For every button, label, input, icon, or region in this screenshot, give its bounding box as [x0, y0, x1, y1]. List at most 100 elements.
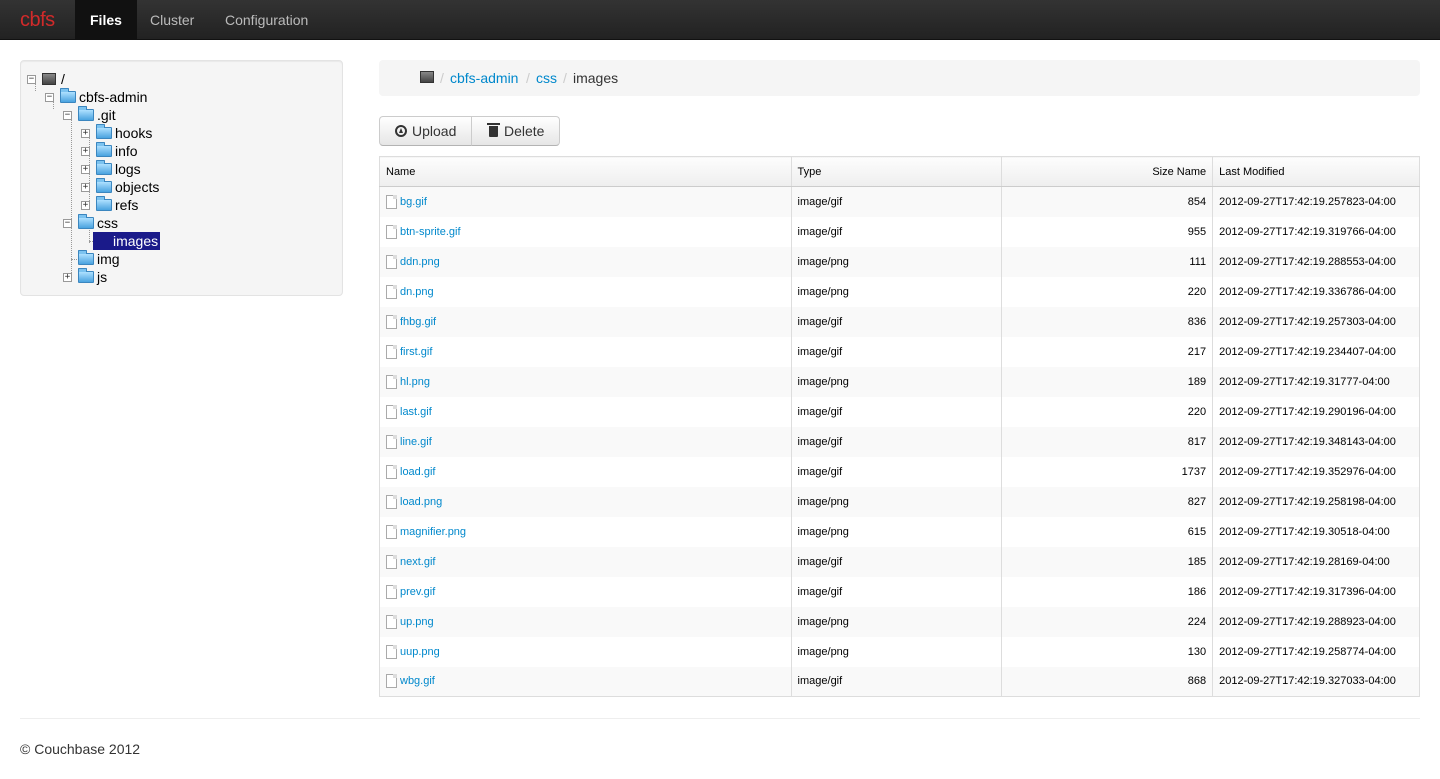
cell-size: 827 [1001, 486, 1213, 517]
cell-type: image/gif [790, 186, 1002, 217]
file-link[interactable]: bg.gif [400, 196, 427, 208]
cell-last-modified: 2012-09-27T17:42:19.336786-04:00 [1212, 276, 1420, 307]
breadcrumb-separator: / [526, 70, 530, 86]
file-link[interactable]: ddn.png [400, 256, 440, 268]
breadcrumb-link-cbfs-admin[interactable]: cbfs-admin [450, 60, 518, 96]
table-row[interactable]: magnifier.png image/png 615 2012-09-27T17:4… [380, 516, 1420, 547]
table-row[interactable]: prev.gif image/gif 186 2012-09-27T17:42:19.… [380, 576, 1420, 607]
file-link[interactable]: dn.png [400, 286, 434, 298]
nav-files[interactable]: Files [75, 0, 137, 40]
cell-last-modified: 2012-09-27T17:42:19.234407-04:00 [1212, 336, 1420, 367]
file-link[interactable]: load.gif [400, 466, 435, 478]
cell-name: bg.gif [379, 186, 792, 217]
tree-node-images[interactable]: images [93, 232, 163, 250]
cell-type: image/gif [790, 666, 1002, 697]
cell-type: image/gif [790, 576, 1002, 607]
breadcrumb-separator: / [440, 70, 444, 86]
file-icon [386, 344, 397, 359]
file-link[interactable]: load.png [400, 496, 442, 508]
upload-button[interactable]: Upload [379, 116, 472, 146]
tree-collapse-toggle[interactable]: − [45, 93, 54, 102]
delete-button[interactable]: Delete [471, 116, 560, 146]
cell-type: image/png [790, 606, 1002, 637]
tree-expand-toggle[interactable]: + [81, 147, 90, 156]
tree-collapse-toggle[interactable]: − [63, 111, 72, 120]
table-row[interactable]: wbg.gif image/gif 868 2012-09-27T17:42:19.3… [379, 666, 1420, 697]
file-link[interactable]: up.png [400, 616, 434, 628]
cell-name: up.png [379, 606, 792, 637]
cell-size: 189 [1001, 366, 1213, 397]
tree-expand-toggle[interactable]: + [81, 129, 90, 138]
folder-icon [96, 178, 112, 193]
table-row[interactable]: next.gif image/gif 185 2012-09-27T17:42:19.… [379, 546, 1420, 577]
upload-button-label: Upload [412, 123, 457, 139]
folder-icon [60, 88, 76, 103]
cell-type: image/png [790, 516, 1002, 547]
file-icon [386, 644, 397, 659]
table-row[interactable]: dn.png image/png 220 2012-09-27T17:42:19.33… [380, 276, 1420, 307]
nav-cluster[interactable]: Cluster [135, 0, 209, 40]
breadcrumb-link-css[interactable]: css [536, 60, 557, 96]
table-row[interactable]: bg.gif image/gif 854 2012-09-27T17:42:19.25… [379, 186, 1420, 217]
file-link[interactable]: line.gif [400, 436, 432, 448]
tree-expand-toggle[interactable]: + [81, 165, 90, 174]
column-header-size[interactable]: Size Name [1001, 156, 1213, 187]
column-header-type[interactable]: Type [790, 156, 1002, 187]
tree-collapse-toggle[interactable]: − [63, 219, 72, 228]
file-icon [386, 254, 397, 269]
cell-name: ddn.png [379, 246, 792, 277]
cell-name: next.gif [379, 546, 792, 577]
nav-configuration[interactable]: Configuration [210, 0, 323, 40]
cell-last-modified: 2012-09-27T17:42:19.257303-04:00 [1212, 306, 1420, 337]
file-link[interactable]: next.gif [400, 556, 435, 568]
folder-icon [78, 106, 94, 121]
cell-size: 836 [1001, 306, 1213, 337]
file-link[interactable]: prev.gif [400, 586, 435, 598]
table-row[interactable]: fhbg.gif image/gif 836 2012-09-27T17:42:19.… [379, 306, 1420, 337]
table-row[interactable]: hl.png image/png 189 2012-09-27T17:42:19.31… [379, 366, 1420, 397]
column-header-last-modified[interactable]: Last Modified [1212, 156, 1420, 187]
cell-name: uup.png [380, 637, 792, 667]
tree-expand-toggle[interactable]: + [81, 201, 90, 210]
file-link[interactable]: first.gif [400, 346, 432, 358]
file-link[interactable]: hl.png [400, 376, 430, 388]
cell-name: first.gif [380, 337, 792, 367]
table-row[interactable]: load.png image/png 827 2012-09-27T17:42:19.… [379, 486, 1420, 517]
cell-size: 615 [1001, 516, 1213, 547]
delete-button-label: Delete [504, 123, 545, 139]
cell-size: 217 [1001, 336, 1213, 367]
tree-expand-toggle[interactable]: + [63, 273, 72, 282]
file-icon [386, 464, 397, 479]
file-icon [386, 584, 397, 599]
cell-last-modified: 2012-09-27T17:42:19.348143-04:00 [1212, 426, 1420, 457]
file-link[interactable]: wbg.gif [400, 675, 435, 687]
cell-last-modified: 2012-09-27T17:42:19.288553-04:00 [1212, 246, 1420, 277]
cell-type: image/gif [790, 216, 1002, 247]
cell-size: 220 [1001, 396, 1213, 427]
column-header-name[interactable]: Name [379, 156, 792, 187]
brand-logo[interactable]: cbfs [20, 0, 55, 40]
file-icon [386, 554, 397, 569]
file-link[interactable]: magnifier.png [400, 526, 466, 538]
table-row[interactable]: ddn.png image/png 111 2012-09-27T17:42:19.2… [379, 246, 1420, 277]
cell-name: line.gif [379, 426, 792, 457]
table-row[interactable]: first.gif image/gif 217 2012-09-27T17:42:19… [380, 336, 1420, 367]
drive-icon[interactable] [420, 71, 434, 83]
file-link[interactable]: last.gif [400, 406, 432, 418]
cell-size: 220 [1001, 276, 1213, 307]
table-row[interactable]: btn-sprite.gif image/gif 955 2012-09-27T17:… [380, 216, 1420, 247]
file-link[interactable]: btn-sprite.gif [400, 226, 461, 238]
table-row[interactable]: up.png image/png 224 2012-09-27T17:42:19.28… [379, 606, 1420, 637]
upload-icon [395, 125, 407, 137]
file-link[interactable]: fhbg.gif [400, 316, 436, 328]
tree-collapse-toggle[interactable]: − [27, 75, 36, 84]
table-row[interactable]: last.gif image/gif 220 2012-09-27T17:42:19.… [380, 396, 1420, 427]
file-link[interactable]: uup.png [400, 646, 440, 658]
tree-expand-toggle[interactable]: + [81, 183, 90, 192]
table-row[interactable]: uup.png image/png 130 2012-09-27T17:42:19.2… [380, 636, 1420, 667]
cell-name: prev.gif [380, 577, 792, 607]
table-row[interactable]: line.gif image/gif 817 2012-09-27T17:42:19.… [379, 426, 1420, 457]
cell-name: load.gif [380, 457, 792, 487]
table-row[interactable]: load.gif image/gif 1737 2012-09-27T17:42:19… [380, 456, 1420, 487]
file-icon [386, 614, 397, 629]
